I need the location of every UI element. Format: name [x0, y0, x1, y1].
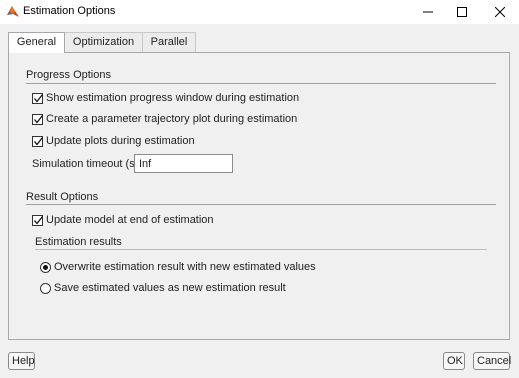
maximize-button[interactable] — [444, 0, 480, 24]
title-bar: Estimation Options — [0, 0, 519, 24]
ok-button[interactable]: OK — [443, 352, 465, 370]
simulation-timeout-label: Simulation timeout (s) — [32, 158, 139, 170]
trajectory-plot-option[interactable]: Create a parameter trajectory plot durin… — [32, 112, 297, 126]
update-plots-label: Update plots during estimation — [46, 135, 195, 147]
tab-parallel[interactable]: Parallel — [142, 32, 196, 52]
show-progress-window-checkbox[interactable] — [32, 92, 44, 104]
close-icon — [495, 7, 505, 17]
minimize-icon — [423, 11, 433, 13]
close-button[interactable] — [482, 0, 518, 24]
tab-optimization[interactable]: Optimization — [64, 32, 143, 52]
matlab-icon — [7, 5, 19, 18]
help-button[interactable]: Help — [8, 352, 35, 370]
progress-options-title: Progress Options — [26, 69, 111, 81]
minimize-button[interactable] — [410, 0, 446, 24]
divider — [26, 204, 496, 205]
maximize-icon — [457, 7, 467, 17]
cancel-button[interactable]: Cancel — [473, 352, 511, 370]
tab-general[interactable]: General — [8, 32, 65, 53]
trajectory-plot-checkbox[interactable] — [32, 113, 44, 125]
update-model-option[interactable]: Update model at end of estimation — [32, 213, 214, 227]
window-title: Estimation Options — [23, 5, 116, 17]
update-model-checkbox[interactable] — [32, 214, 44, 226]
save-new-result-radio[interactable] — [40, 282, 51, 294]
estimation-results-title: Estimation results — [35, 236, 122, 248]
overwrite-result-label: Overwrite estimation result with new est… — [54, 261, 316, 273]
divider — [35, 249, 487, 250]
overwrite-result-radio[interactable] — [40, 261, 51, 273]
save-new-result-option[interactable]: Save estimated values as new estimation … — [40, 281, 286, 295]
checkmark-icon — [34, 114, 44, 124]
overwrite-result-option[interactable]: Overwrite estimation result with new est… — [40, 260, 316, 274]
checkmark-icon — [34, 215, 44, 225]
trajectory-plot-label: Create a parameter trajectory plot durin… — [46, 113, 298, 125]
update-model-label: Update model at end of estimation — [46, 214, 214, 226]
update-plots-option[interactable]: Update plots during estimation — [32, 134, 195, 148]
checkmark-icon — [34, 93, 44, 103]
update-plots-checkbox[interactable] — [32, 135, 44, 147]
general-tab-panel: Progress Options Show estimation progres… — [8, 52, 510, 340]
result-options-title: Result Options — [26, 191, 99, 203]
checkmark-icon — [34, 136, 44, 146]
divider — [26, 83, 496, 84]
save-new-result-label: Save estimated values as new estimation … — [54, 282, 286, 294]
show-progress-window-label: Show estimation progress window during e… — [46, 92, 300, 104]
show-progress-window-option[interactable]: Show estimation progress window during e… — [32, 91, 299, 105]
simulation-timeout-input[interactable] — [134, 154, 233, 173]
